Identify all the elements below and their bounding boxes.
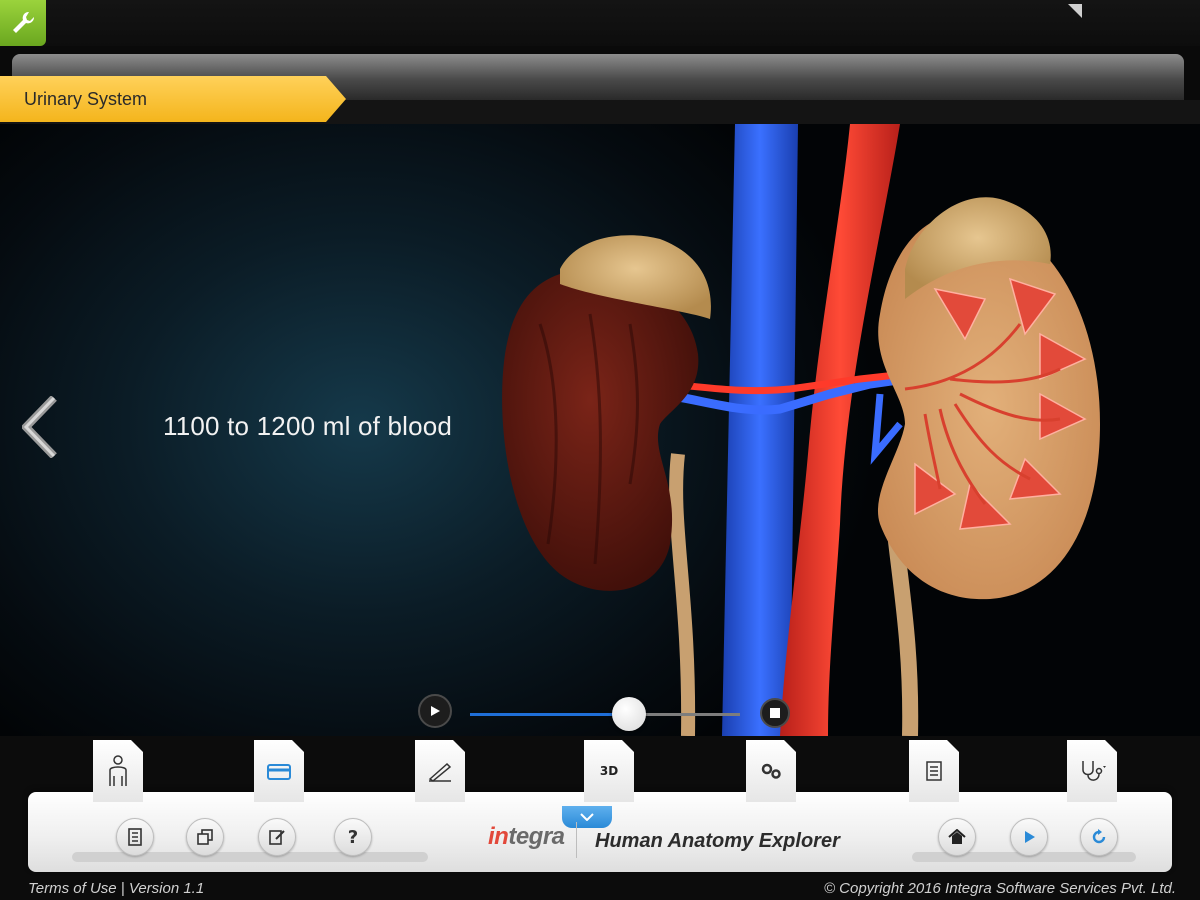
- home-icon: [948, 829, 966, 844]
- tab-stethoscope[interactable]: [1067, 740, 1117, 802]
- help-icon: ?: [347, 826, 359, 848]
- animation-caption: 1100 to 1200 ml of blood: [163, 411, 453, 441]
- book-button[interactable]: [116, 818, 154, 856]
- media-stop-button[interactable]: [760, 698, 790, 728]
- top-bar: [0, 0, 1200, 46]
- seek-progress: [470, 713, 630, 716]
- wrench-icon: [13, 11, 35, 33]
- corner-marker: [1068, 4, 1082, 18]
- tab-notes[interactable]: [909, 740, 959, 802]
- chevron-left-icon: [20, 395, 57, 459]
- edit-button[interactable]: [258, 818, 296, 856]
- tab-pen-edit[interactable]: [415, 740, 465, 802]
- gears-icon: [761, 763, 781, 779]
- play-icon: [1025, 831, 1035, 843]
- pen-edit-icon: [428, 762, 452, 782]
- stop-icon: [770, 708, 780, 718]
- integra-logo: integra: [488, 823, 565, 850]
- stethoscope-icon: [1082, 761, 1106, 781]
- animation-stage: 1100 to 1200 ml of blood: [0, 124, 1200, 736]
- copy-icon: [197, 829, 213, 845]
- play-icon: [431, 706, 440, 716]
- seek-bar[interactable]: [470, 713, 740, 716]
- card-icon: [267, 764, 291, 780]
- refresh-icon: [1092, 829, 1106, 844]
- collapse-toolbar-button[interactable]: [562, 806, 612, 828]
- tab-card[interactable]: [254, 740, 304, 802]
- notes-icon: [926, 761, 942, 781]
- section-title: Urinary System: [24, 88, 148, 109]
- copy-button[interactable]: [186, 818, 224, 856]
- help-button[interactable]: ?: [334, 818, 372, 856]
- media-play-button[interactable]: [418, 694, 452, 728]
- home-button[interactable]: [938, 818, 976, 856]
- refresh-button[interactable]: [1080, 818, 1118, 856]
- book-icon: [128, 828, 142, 846]
- footer-terms-version[interactable]: Terms of Use | Version 1.1: [28, 880, 204, 897]
- play-button[interactable]: [1010, 818, 1048, 856]
- edit-icon: [269, 830, 285, 845]
- tab-body-outline[interactable]: [93, 740, 143, 802]
- footer-copyright: © Copyright 2016 Integra Software Servic…: [823, 880, 1176, 897]
- tab-settings-gears[interactable]: [746, 740, 796, 802]
- settings-button[interactable]: [0, 0, 46, 46]
- section-title-tab: Urinary System: [0, 76, 346, 122]
- body-outline-icon: [109, 755, 127, 786]
- app-title: Human Anatomy Explorer: [595, 830, 840, 852]
- chevron-down-icon: [580, 813, 594, 821]
- previous-button[interactable]: [20, 395, 58, 462]
- 3d-icon: 3D: [599, 764, 619, 778]
- tab-3d[interactable]: 3D: [584, 740, 634, 802]
